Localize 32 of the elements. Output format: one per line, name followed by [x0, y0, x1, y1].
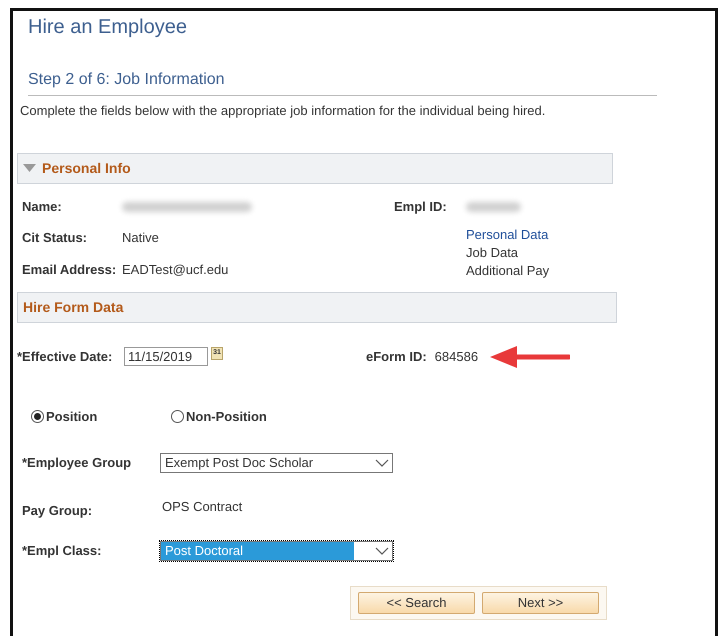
- personal-data-link[interactable]: Personal Data: [466, 226, 550, 244]
- step-heading: Step 2 of 6: Job Information: [28, 68, 657, 96]
- page-title: Hire an Employee: [28, 15, 188, 39]
- menu-text: Job Data: [466, 244, 520, 262]
- radio-button[interactable]: [171, 410, 184, 423]
- field-label: Empl ID:: [394, 198, 448, 216]
- field-value: Native: [122, 228, 159, 247]
- field-value: EADTest@ucf.edu: [122, 260, 228, 279]
- field-value: 684586: [434, 348, 478, 366]
- field-label: Pay Group:: [22, 502, 94, 520]
- date-field[interactable]: 11/15/2019: [124, 347, 208, 366]
- field-label: *Effective Date:: [17, 348, 114, 366]
- field-label: *Empl Class:: [22, 542, 102, 560]
- section-header: Hire Form Data: [17, 292, 617, 322]
- field-label: eForm ID:: [366, 348, 427, 366]
- radio-label: Position: [46, 408, 98, 426]
- menu-text: Additional Pay: [466, 262, 550, 280]
- field-label: Cit Status:: [22, 228, 88, 247]
- dropdown-field[interactable]: Exempt Post Doc Scholar: [160, 452, 393, 472]
- field-value: OPS Contract: [162, 498, 242, 516]
- chevron-down-icon: [375, 546, 389, 554]
- radio-button[interactable]: [31, 410, 44, 423]
- instructions-text: Complete the fields below with the appropriate job information for the individual being hired.: [20, 102, 546, 120]
- search-button[interactable]: << Search: [358, 592, 475, 614]
- radio-label: Non-Position: [186, 408, 267, 426]
- field-label: Email Address:: [22, 260, 118, 279]
- field-label: Name:: [22, 198, 63, 216]
- field-label: *Employee Group: [22, 454, 132, 472]
- section-title: Personal Info: [42, 158, 131, 178]
- next-button[interactable]: Next >>: [482, 592, 599, 614]
- collapse-triangle-icon[interactable]: [23, 164, 36, 172]
- chevron-down-icon: [375, 458, 389, 466]
